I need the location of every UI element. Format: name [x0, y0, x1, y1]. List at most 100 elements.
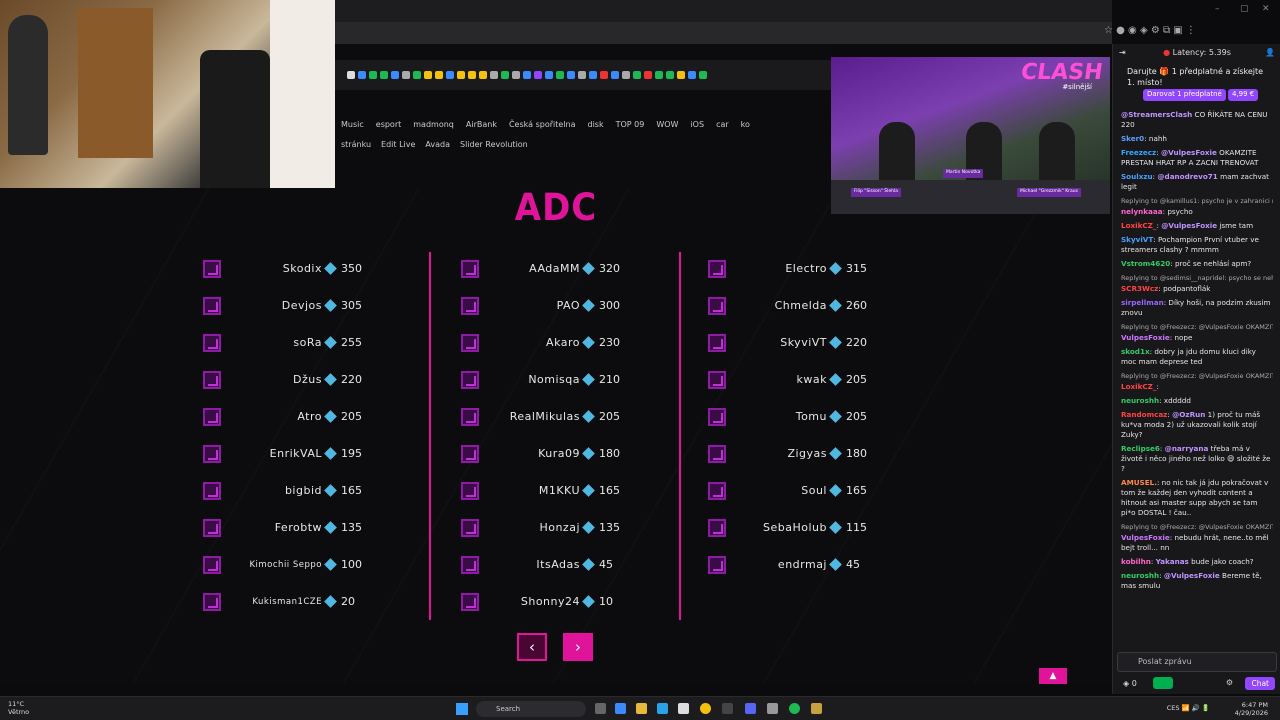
bookmark-favicon[interactable]	[600, 71, 608, 79]
bookmark-favicon[interactable]	[622, 71, 630, 79]
bookmark-item[interactable]: Slider Revolution	[460, 140, 528, 149]
chat-mention[interactable]: @OzRun	[1172, 410, 1205, 419]
chat-message[interactable]: Randomcaz: @OzRun 1) proč tu máš ku*va m…	[1121, 410, 1273, 440]
bookmark-favicon[interactable]	[666, 71, 674, 79]
chat-mention[interactable]: @VulpesFoxie	[1161, 221, 1217, 230]
bookmark-item[interactable]: TOP 09	[616, 120, 645, 129]
chat-message[interactable]: @StreamersClash CO ŘÍKÁTE NA CENU 220	[1121, 110, 1273, 130]
chat-username[interactable]: SkyviVT	[1121, 235, 1153, 244]
chat-mention[interactable]: Yakanas	[1156, 557, 1189, 566]
chat-username[interactable]: Vstrom4620	[1121, 259, 1170, 268]
task-view-icon[interactable]	[595, 703, 606, 714]
chat-username[interactable]: AMUSEL.	[1121, 478, 1157, 487]
bookmark-favicon[interactable]	[435, 71, 443, 79]
extensions-bar[interactable]: ☆ ● ◉ ◈ ⚙ ⧉ ▣ ⋮	[1104, 25, 1196, 36]
chat-message[interactable]: Sker0: nahh	[1121, 134, 1273, 144]
bookmark-favicon[interactable]	[688, 71, 696, 79]
bookmark-favicon[interactable]	[644, 71, 652, 79]
app-icon[interactable]	[767, 703, 778, 714]
chat-message[interactable]: AMUSEL.: no nic tak já jdu pokračovat v …	[1121, 478, 1273, 518]
bookmark-favicon[interactable]	[699, 71, 707, 79]
bookmark-item[interactable]: iOS	[690, 120, 704, 129]
chat-username[interactable]: Randomcaz	[1121, 410, 1167, 419]
prev-page-button[interactable]: ‹	[517, 633, 547, 661]
bookmark-item[interactable]: Edit Live	[381, 140, 415, 149]
chat-message[interactable]: Replying to @kamillus1: psycho je v zahr…	[1121, 196, 1273, 217]
bookmark-favicon[interactable]	[402, 71, 410, 79]
app-icon[interactable]	[722, 703, 733, 714]
gift-sub-button[interactable]: Darovat 1 předplatné	[1143, 89, 1226, 101]
bookmark-item[interactable]: Avada	[425, 140, 450, 149]
bookmark-favicon[interactable]	[545, 71, 553, 79]
chat-username[interactable]: neuroshh	[1121, 396, 1159, 405]
next-page-button[interactable]: ›	[563, 633, 593, 661]
bookmark-favicon[interactable]	[358, 71, 366, 79]
chat-username[interactable]: SCR3Wcz	[1121, 284, 1158, 293]
system-tray[interactable]: CES 📶 🔊 🔋	[1167, 704, 1210, 712]
chat-username[interactable]: VulpesFoxie	[1121, 533, 1170, 542]
bookmark-favicon[interactable]	[523, 71, 531, 79]
app-icon[interactable]	[811, 703, 822, 714]
settings-gear-icon[interactable]: ⚙	[1226, 678, 1233, 687]
bookmark-favicon[interactable]	[457, 71, 465, 79]
copilot-icon[interactable]	[615, 703, 626, 714]
bookmark-favicon[interactable]	[501, 71, 509, 79]
chat-username[interactable]: sirpellman	[1121, 298, 1164, 307]
bookmark-item[interactable]: ko	[741, 120, 750, 129]
bookmark-item[interactable]: WOW	[656, 120, 678, 129]
gift-price[interactable]: 4,99 €	[1228, 89, 1259, 101]
bookmark-favicon[interactable]	[490, 71, 498, 79]
bookmark-favicon[interactable]	[611, 71, 619, 79]
collapse-chat-icon[interactable]: ⇥	[1119, 48, 1126, 57]
chat-mention[interactable]: @narryana	[1165, 444, 1209, 453]
bookmark-favicon[interactable]	[556, 71, 564, 79]
bookmark-favicon[interactable]	[413, 71, 421, 79]
weather-widget[interactable]: 11°C Větrno	[8, 700, 29, 716]
chat-message[interactable]: neuroshh: @VulpesFoxie Bereme tě, mas sm…	[1121, 571, 1273, 591]
chat-message[interactable]: sirpellman: Díky hoši, na podzim zkusim …	[1121, 298, 1273, 318]
bookmark-favicon[interactable]	[468, 71, 476, 79]
chat-username[interactable]: kobilhn	[1121, 557, 1151, 566]
chat-message[interactable]: LoxikCZ_: @VulpesFoxie jsme tam	[1121, 221, 1273, 231]
minimize-icon[interactable]: –	[1215, 4, 1220, 14]
bookmark-favicon[interactable]	[578, 71, 586, 79]
chat-message[interactable]: Replying to @sedimsi__napridel: psycho s…	[1121, 273, 1273, 294]
bookmark-item[interactable]: disk	[587, 120, 603, 129]
bookmark-favicon[interactable]	[424, 71, 432, 79]
bookmark-item[interactable]: Music	[341, 120, 364, 129]
bookmark-favicon[interactable]	[567, 71, 575, 79]
chat-username[interactable]: LoxikCZ_	[1121, 382, 1156, 391]
users-icon[interactable]: 👤	[1265, 48, 1275, 57]
bookmark-favicon[interactable]	[391, 71, 399, 79]
taskbar-clock[interactable]: 6:47 PM 4/29/2026	[1235, 701, 1268, 717]
chat-message[interactable]: skod1x: dobry ja jdu domu kluci diky moc…	[1121, 347, 1273, 367]
channel-points[interactable]: ◈ 0	[1123, 679, 1137, 688]
chat-input[interactable]: Poslat zprávu	[1117, 652, 1277, 672]
taskbar-search[interactable]: Search	[476, 701, 586, 717]
chat-mention[interactable]: @VulpesFoxie	[1164, 571, 1220, 580]
chat-message[interactable]: Replying to @Freezecz: @VulpesFoxie OKAM…	[1121, 371, 1273, 392]
address-bar[interactable]	[335, 22, 1112, 44]
discord-icon[interactable]	[745, 703, 756, 714]
store-icon[interactable]	[678, 703, 689, 714]
bookmark-favicon[interactable]	[655, 71, 663, 79]
chat-message[interactable]: Vstrom4620: proč se nehlásí apm?	[1121, 259, 1273, 269]
spotify-icon[interactable]	[789, 703, 800, 714]
bookmark-favicon[interactable]	[534, 71, 542, 79]
bookmark-favicon[interactable]	[512, 71, 520, 79]
points-bonus-icon[interactable]	[1153, 677, 1173, 689]
file-explorer-icon[interactable]	[636, 703, 647, 714]
chat-mention[interactable]: @VulpesFoxie	[1161, 148, 1217, 157]
bookmark-item[interactable]: stránku	[341, 140, 371, 149]
chat-message[interactable]: kobilhn: Yakanas bude jako coach?	[1121, 557, 1273, 567]
bookmark-favicon[interactable]	[347, 71, 355, 79]
bookmark-favicon[interactable]	[589, 71, 597, 79]
bookmark-favicon[interactable]	[633, 71, 641, 79]
chrome-icon[interactable]	[700, 703, 711, 714]
bookmark-item[interactable]: esport	[376, 120, 402, 129]
chat-message[interactable]: Replying to @Freezecz: @VulpesFoxie OKAM…	[1121, 322, 1273, 343]
chat-message[interactable]: neuroshh: xddddd	[1121, 396, 1273, 406]
chat-username[interactable]: LoxikCZ_	[1121, 221, 1156, 230]
chat-username[interactable]: VulpesFoxie	[1121, 333, 1170, 342]
bookmark-item[interactable]: car	[716, 120, 729, 129]
